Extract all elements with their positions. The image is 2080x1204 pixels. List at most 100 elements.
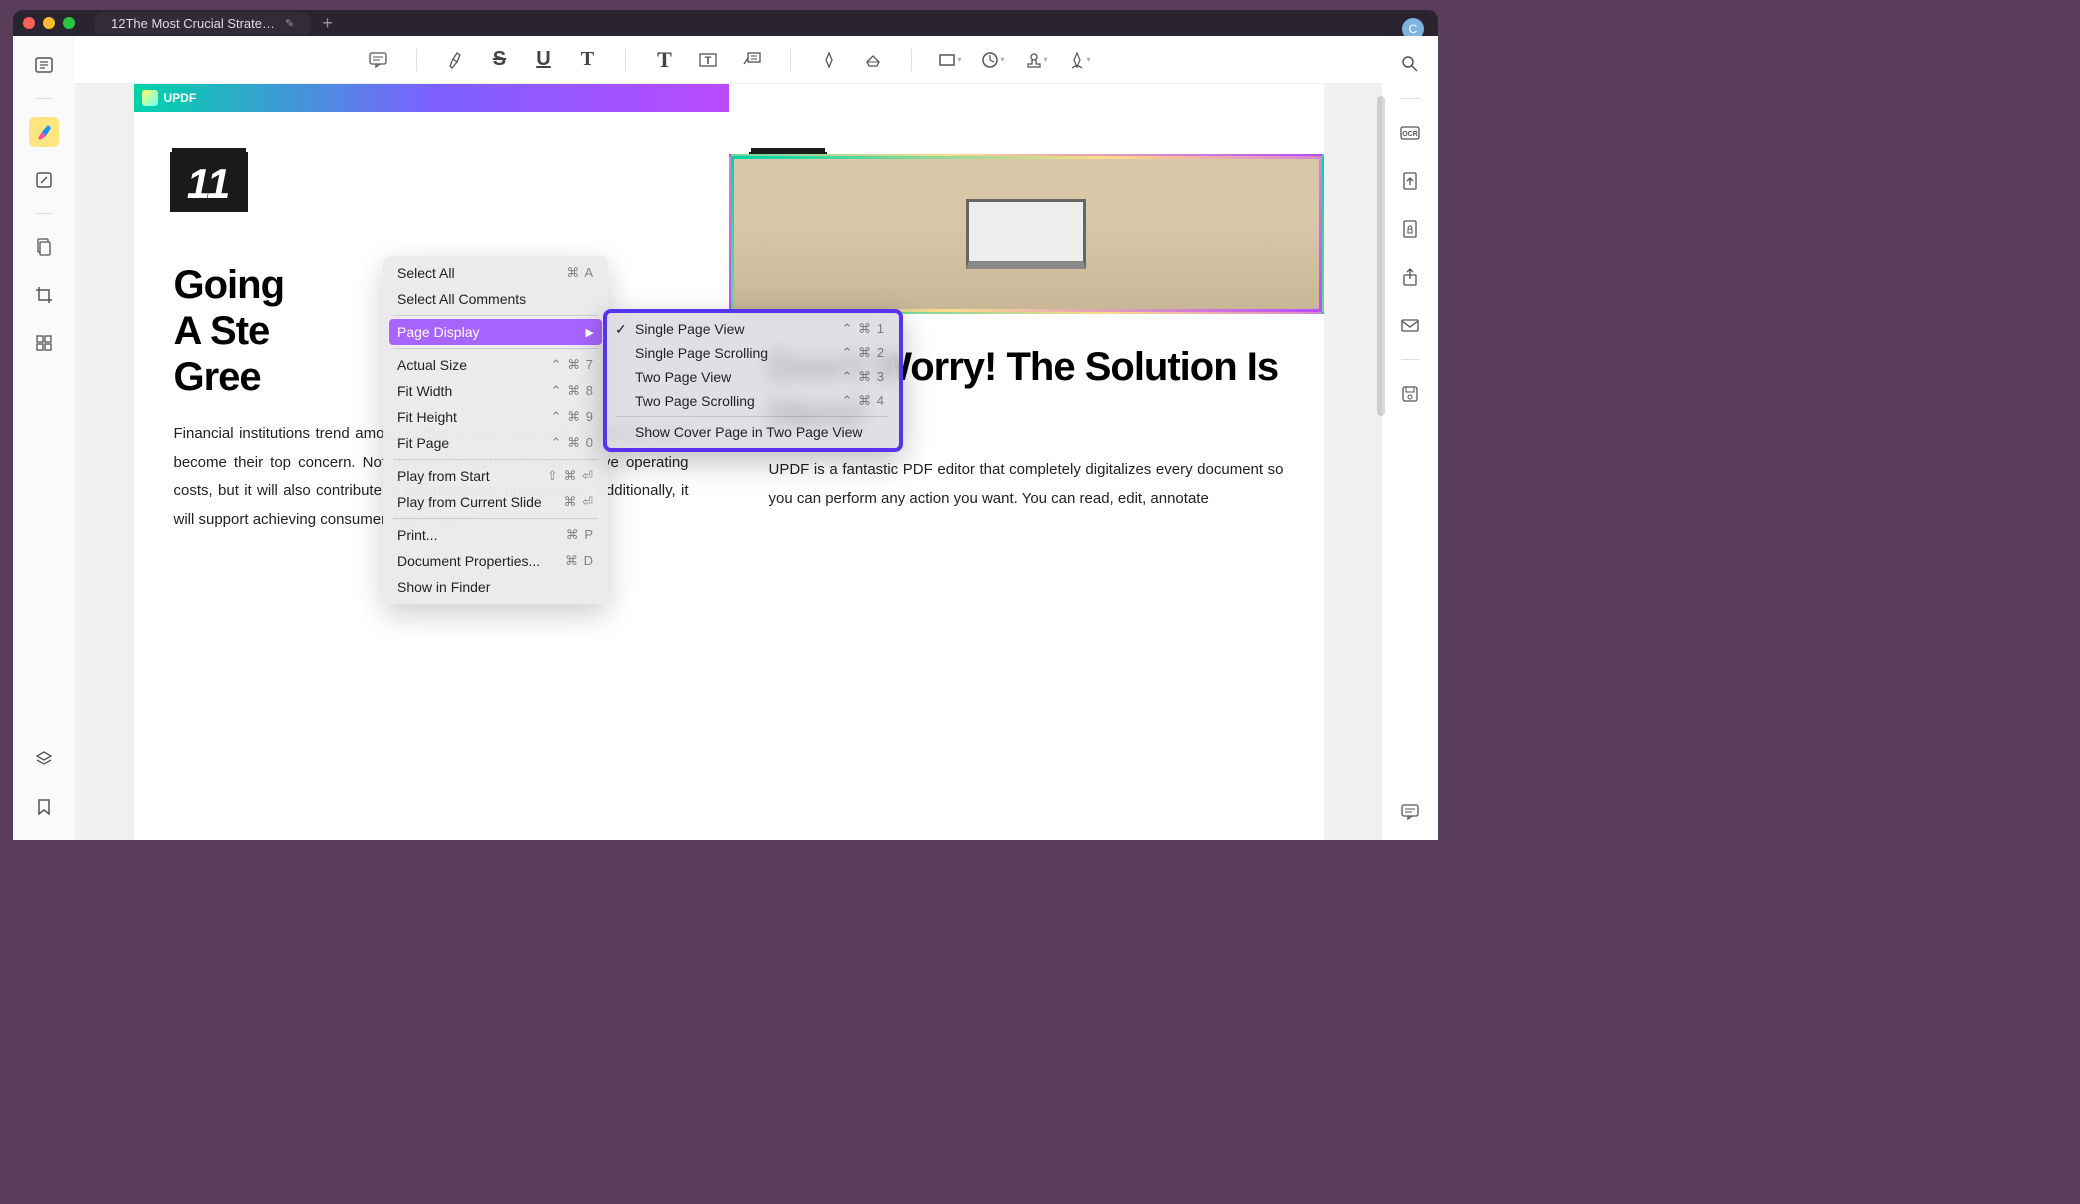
traffic-lights: [23, 17, 75, 29]
share-icon[interactable]: [1396, 263, 1424, 291]
menu-fit-width[interactable]: Fit Width ⌃ ⌘ 8: [383, 378, 608, 404]
menu-select-all[interactable]: Select All ⌘ A: [383, 260, 608, 286]
separator: [393, 348, 598, 349]
organize-tool[interactable]: [29, 328, 59, 358]
bookmark-icon[interactable]: [29, 792, 59, 822]
menu-print[interactable]: Print... ⌘ P: [383, 522, 608, 548]
menu-actual-size[interactable]: Actual Size ⌃ ⌘ 7: [383, 352, 608, 378]
page-number-badge: 11: [170, 152, 248, 212]
text-tool[interactable]: T: [652, 48, 676, 72]
submenu-two-page-scrolling[interactable]: Two Page Scrolling ⌃ ⌘ 4: [607, 389, 899, 413]
crop-tool[interactable]: [29, 280, 59, 310]
avatar-letter: C: [1409, 22, 1418, 36]
separator: [911, 49, 912, 71]
submenu-shortcut: ⌃ ⌘ 4: [842, 393, 885, 409]
separator: [35, 213, 53, 214]
comments-panel-icon[interactable]: [1396, 798, 1424, 826]
search-icon[interactable]: [1396, 50, 1424, 78]
add-tab-button[interactable]: +: [322, 13, 333, 34]
page-right: 12 Don't Worry! The Solution Is Here! UP…: [729, 84, 1324, 840]
tab-title: 12The Most Crucial Strate…: [111, 16, 275, 31]
edit-tab-icon[interactable]: ✎: [285, 17, 294, 30]
menu-shortcut: ⇧ ⌘ ⏎: [547, 468, 594, 484]
menu-fit-height[interactable]: Fit Height ⌃ ⌘ 9: [383, 404, 608, 430]
menu-label: Fit Page: [397, 435, 449, 451]
menu-label: Show in Finder: [397, 579, 490, 595]
protect-icon[interactable]: [1396, 215, 1424, 243]
menu-play-start[interactable]: Play from Start ⇧ ⌘ ⏎: [383, 463, 608, 489]
rect-tool[interactable]: ▾: [938, 51, 961, 69]
reader-tool[interactable]: [29, 50, 59, 80]
menu-label: Document Properties...: [397, 553, 540, 569]
context-menu: Select All ⌘ A Select All Comments Page …: [383, 256, 608, 604]
updf-brand-text: UPDF: [164, 91, 197, 105]
comment-tool[interactable]: [366, 48, 390, 72]
eraser-tool[interactable]: [861, 48, 885, 72]
submenu-show-cover[interactable]: Show Cover Page in Two Page View: [607, 420, 899, 444]
save-icon[interactable]: [1396, 380, 1424, 408]
menu-shortcut: ⌃ ⌘ 7: [551, 357, 594, 373]
menu-shortcut: ⌘ P: [566, 527, 594, 543]
squiggly-tool[interactable]: T: [575, 48, 599, 72]
edit-tool[interactable]: [29, 165, 59, 195]
menu-fit-page[interactable]: Fit Page ⌃ ⌘ 0: [383, 430, 608, 456]
highlighter-tool[interactable]: [29, 117, 59, 147]
submenu-label: Two Page View: [635, 369, 731, 385]
app-window: 12The Most Crucial Strate… ✎ + C: [13, 10, 1438, 840]
menu-label: Actual Size: [397, 357, 467, 373]
ocr-icon[interactable]: OCR: [1396, 119, 1424, 147]
menu-play-current[interactable]: Play from Current Slide ⌘ ⏎: [383, 489, 608, 515]
menu-page-display[interactable]: Page Display ▶: [389, 319, 602, 345]
menu-select-all-comments[interactable]: Select All Comments: [383, 286, 608, 312]
close-window-button[interactable]: [23, 17, 35, 29]
menu-label: Fit Width: [397, 383, 452, 399]
menu-label: Fit Height: [397, 409, 457, 425]
menu-shortcut: ⌃ ⌘ 8: [551, 383, 594, 399]
pages-tool[interactable]: [29, 232, 59, 262]
minimize-window-button[interactable]: [43, 17, 55, 29]
app-body: S U T T T: [13, 36, 1438, 840]
menu-doc-properties[interactable]: Document Properties... ⌘ D: [383, 548, 608, 574]
main-area: S U T T T: [75, 36, 1382, 840]
svg-text:T: T: [705, 55, 712, 67]
document-tab[interactable]: 12The Most Crucial Strate… ✎: [95, 12, 310, 35]
dropdown-caret-icon: ▾: [957, 55, 961, 64]
right-sidebar: OCR: [1382, 36, 1438, 840]
email-icon[interactable]: [1396, 311, 1424, 339]
check-icon: ✓: [615, 321, 627, 338]
submenu-single-page-view[interactable]: ✓ Single Page View ⌃ ⌘ 1: [607, 317, 899, 341]
submenu-single-page-scrolling[interactable]: Single Page Scrolling ⌃ ⌘ 2: [607, 341, 899, 365]
circle-tool[interactable]: ▾: [981, 51, 1004, 69]
pencil-tool[interactable]: [817, 48, 841, 72]
strikethrough-tool[interactable]: S: [487, 48, 511, 72]
left-sidebar: [13, 36, 75, 840]
menu-shortcut: ⌘ ⏎: [563, 494, 594, 510]
separator: [790, 49, 791, 71]
textbox-tool[interactable]: T: [696, 48, 720, 72]
highlight-tool[interactable]: [443, 48, 467, 72]
hero-image: [729, 154, 1324, 314]
separator: [617, 416, 889, 417]
pages-container: UPDF 11 GoingA SteGree Financial institu…: [134, 84, 1324, 840]
page-number: 11: [187, 160, 231, 208]
layers-icon[interactable]: [29, 744, 59, 774]
menu-shortcut: ⌘ A: [566, 265, 594, 281]
signature-tool[interactable]: ▾: [1068, 50, 1091, 70]
menu-show-finder[interactable]: Show in Finder: [383, 574, 608, 600]
document-canvas[interactable]: UPDF 11 GoingA SteGree Financial institu…: [75, 84, 1382, 840]
convert-icon[interactable]: [1396, 167, 1424, 195]
callout-tool[interactable]: [740, 48, 764, 72]
stamp-tool[interactable]: ▾: [1025, 51, 1048, 69]
titlebar: 12The Most Crucial Strate… ✎ + C: [13, 10, 1438, 36]
submenu-shortcut: ⌃ ⌘ 1: [842, 321, 885, 337]
underline-tool[interactable]: U: [531, 48, 555, 72]
submenu-label: Single Page Scrolling: [635, 345, 768, 361]
separator: [393, 459, 598, 460]
menu-shortcut: ⌘ D: [565, 553, 594, 569]
submenu-label: Show Cover Page in Two Page View: [635, 424, 863, 440]
updf-logo-icon: [142, 90, 158, 106]
submenu-two-page-view[interactable]: Two Page View ⌃ ⌘ 3: [607, 365, 899, 389]
maximize-window-button[interactable]: [63, 17, 75, 29]
dropdown-caret-icon: ▾: [1000, 55, 1004, 64]
vertical-scrollbar[interactable]: [1377, 96, 1385, 416]
